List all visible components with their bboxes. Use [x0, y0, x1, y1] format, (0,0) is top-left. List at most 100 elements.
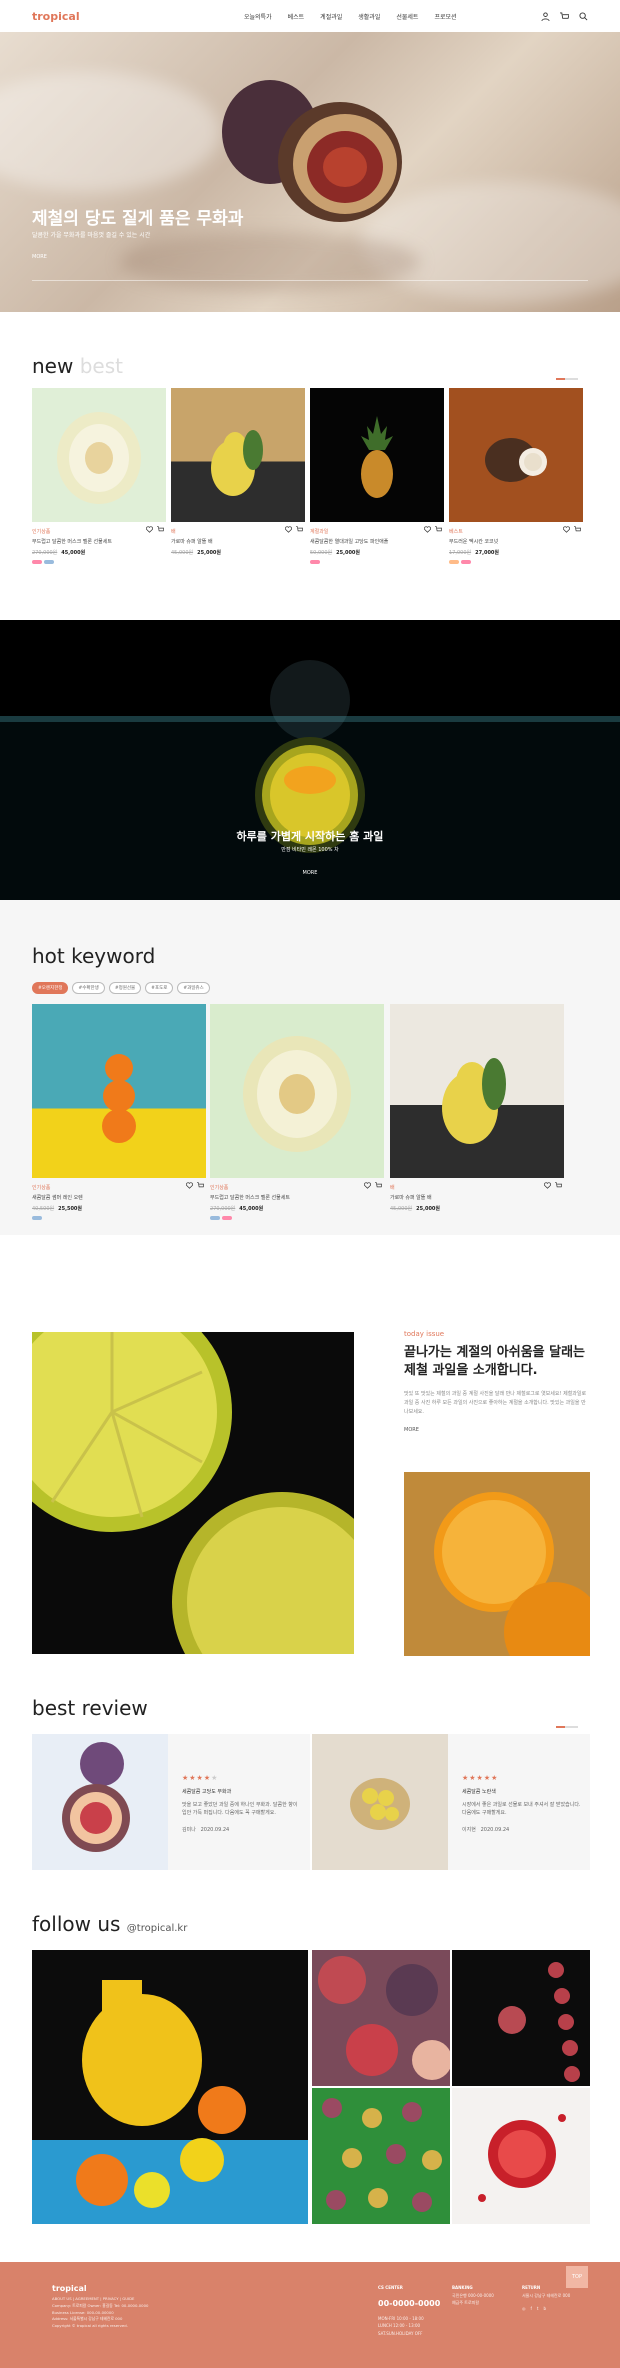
new-section-title: new best [32, 354, 123, 378]
heart-icon[interactable] [424, 526, 431, 533]
product-category: 인기상품 [32, 1185, 51, 1191]
heart-icon[interactable] [544, 1182, 551, 1189]
product-card[interactable]: 배 가로마 슈퍼 알뜰 배 45,000원 25,000원 [171, 388, 305, 556]
product-card[interactable]: 계절과일 새콤달콤한 열대과일 고당도 파인애플 50,000원 25,000원 [310, 388, 444, 564]
keyword-chip[interactable]: #과일쥬스 [177, 982, 210, 994]
product-name[interactable]: 부드럽고 달콤한 머스크 멜론 선물세트 [210, 1194, 384, 1201]
slider-indicator[interactable] [556, 1726, 578, 1728]
hero-banner[interactable]: 제철의 당도 짙게 품은 무화과 달콤한 가을 무화과를 마음껏 즐길 수 있는… [0, 32, 620, 312]
instagram-photo[interactable] [312, 2088, 450, 2224]
lemon-splash-image [0, 660, 620, 900]
back-to-top-button[interactable]: TOP [566, 2266, 588, 2288]
hero-title: 제철의 당도 짙게 품은 무화과 [32, 209, 244, 229]
product-image [310, 388, 444, 522]
blog-icon[interactable]: b [544, 2305, 547, 2313]
lemon-slice-image [32, 1332, 354, 1654]
nav-item[interactable]: 오늘의특가 [244, 12, 272, 21]
info-line: Address: 서울특별시 강남구 테헤란로 000 [52, 2316, 123, 2322]
product-name[interactable]: 새콤달콤 썸머 레인 오렌 [32, 1194, 206, 1201]
product-card[interactable]: 인기상품 부드럽고 달콤한 머스크 멜론 선물세트 270,000원 45,000… [32, 388, 166, 564]
info-line[interactable]: ABOUT US | AGREEMENT | PRIVACY | GUIDE [52, 2296, 148, 2303]
sale-price: 27,000원 [475, 550, 500, 556]
cs-center: CS CENTER 00-0000-0000 MON-FRI 10:00 - 1… [378, 2284, 440, 2338]
heart-icon[interactable] [563, 526, 570, 533]
product-category: 배 [390, 1185, 395, 1191]
review-product: 세콤달콤 고당도 무화과 [182, 1789, 232, 1795]
instagram-photo[interactable] [32, 1950, 308, 2224]
cart-icon[interactable] [435, 526, 442, 533]
cart-icon[interactable] [296, 526, 303, 533]
heart-icon[interactable] [285, 526, 292, 533]
badge [461, 560, 471, 564]
instagram-icon[interactable]: ◎ [522, 2305, 526, 2313]
review-text: 시장에서 좋은 과일로 선물로 보내 주셔서 잘 받았습니다. 다음에도 구매할… [462, 1801, 581, 1817]
search-icon[interactable] [579, 11, 588, 21]
banner-subtitle: 만점 비타민 레몬 100% 차 [281, 847, 339, 853]
product-card[interactable]: 인기상품 새콤달콤 썸머 레인 오렌 40,500원 25,500원 [32, 1004, 206, 1220]
cart-icon[interactable] [375, 1182, 382, 1189]
banner-more-link[interactable]: MORE [0, 870, 620, 876]
nav-item[interactable]: 계절과일 [320, 12, 342, 21]
product-card[interactable]: 배 가로마 슈퍼 알뜰 배 45,000원 25,000원 [390, 1004, 564, 1212]
badge [44, 560, 54, 564]
twitter-icon[interactable]: t [537, 2305, 539, 2313]
hero-more-link[interactable]: MORE [32, 254, 47, 260]
facebook-icon[interactable]: f [531, 2305, 532, 2313]
lemon-water-banner[interactable]: 하루를 가볍게 시작하는 홈 과일 만점 비타민 레몬 100% 차 MORE [0, 620, 620, 900]
instagram-photo[interactable] [312, 1950, 450, 2086]
instagram-photo[interactable] [452, 1950, 590, 2086]
cart-icon[interactable] [555, 1182, 562, 1189]
cart-icon[interactable] [574, 526, 581, 533]
user-icon[interactable] [541, 11, 550, 21]
site-logo[interactable]: tropical [32, 10, 152, 23]
keyword-chip[interactable]: #오렌지한정 [32, 982, 69, 994]
instagram-photo[interactable] [452, 2088, 590, 2224]
cs-line: LUNCH 12:00 - 13:00 [378, 2323, 421, 2329]
tab-best[interactable]: best [80, 354, 123, 378]
product-name[interactable]: 가로마 슈퍼 알뜰 배 [171, 538, 305, 545]
review-card[interactable]: ★★★★★ 세콤달콤 노란색 시장에서 좋은 과일로 선물로 보내 주셔서 잘 … [312, 1734, 590, 1870]
sale-price: 45,000원 [61, 550, 86, 556]
product-card[interactable]: 인기상품 부드럽고 달콤한 머스크 멜론 선물세트 270,000원 45,000… [210, 1004, 384, 1220]
product-image [171, 388, 305, 522]
info-line: Copyright © tropical all rights reserved… [52, 2323, 128, 2329]
keyword-chip[interactable]: #정원선물 [108, 982, 142, 994]
keyword-chip[interactable]: #수확한생 [72, 982, 105, 994]
heart-icon[interactable] [146, 526, 153, 533]
cart-icon[interactable] [197, 1182, 204, 1189]
hero-subtitle: 달콤한 가을 무화과를 마음껏 즐길 수 있는 시간 [32, 232, 151, 239]
today-issue: today issue 끝나가는 계절의 아쉬움을 달래는 제철 과일을 소개합… [404, 1330, 590, 1433]
original-price: 17,000원 [449, 550, 472, 556]
info-line: Business License: 000-00-00000 [52, 2309, 114, 2315]
cs-phone[interactable]: 00-0000-0000 [378, 2296, 440, 2311]
product-name[interactable]: 부드럽고 달콤한 머스크 멜론 선물세트 [32, 538, 166, 545]
footer-logo[interactable]: tropical [52, 2284, 87, 2293]
keyword-chips: #오렌지한정 #수확한생 #정원선물 #포도로 #과일쥬스 [32, 982, 210, 994]
product-name[interactable]: 새콤달콤한 열대과일 고당도 파인애플 [310, 538, 444, 545]
slider-indicator[interactable] [556, 378, 578, 380]
heart-icon[interactable] [186, 1182, 193, 1189]
nav-item[interactable]: 선물세트 [396, 12, 418, 21]
review-date: 2020.09.24 [200, 1826, 230, 1833]
nav-item[interactable]: 베스트 [288, 12, 305, 21]
orange-slice-image [404, 1472, 590, 1656]
cart-icon[interactable] [560, 11, 569, 21]
sale-price: 25,500원 [58, 1206, 83, 1212]
return-line: 서울시 강남구 테헤란로 000 [522, 2292, 571, 2298]
instagram-handle[interactable]: @tropical.kr [127, 1923, 188, 1934]
review-user: 이지현 [462, 1826, 476, 1833]
review-card[interactable]: ★★★★★ 세콤달콤 고당도 무화과 맛을 보고 좋았던 과일 중에 하나인 무… [32, 1734, 310, 1870]
tab-new[interactable]: new [32, 354, 73, 378]
nav-item[interactable]: 생활과일 [358, 12, 380, 21]
heart-icon[interactable] [364, 1182, 371, 1189]
today-more-link[interactable]: MORE [404, 1427, 590, 1433]
sale-price: 45,000원 [239, 1206, 264, 1212]
product-name[interactable]: 가로마 슈퍼 알뜰 배 [390, 1194, 564, 1201]
keyword-chip[interactable]: #포도로 [145, 982, 174, 994]
badge [32, 1216, 42, 1220]
product-name[interactable]: 부드러운 멕시칸 코코넛 [449, 538, 583, 545]
product-card[interactable]: 베스트 부드러운 멕시칸 코코넛 17,000원 27,000원 [449, 388, 583, 564]
review-image [312, 1734, 448, 1870]
cart-icon[interactable] [157, 526, 164, 533]
nav-item[interactable]: 프로모션 [434, 12, 456, 21]
